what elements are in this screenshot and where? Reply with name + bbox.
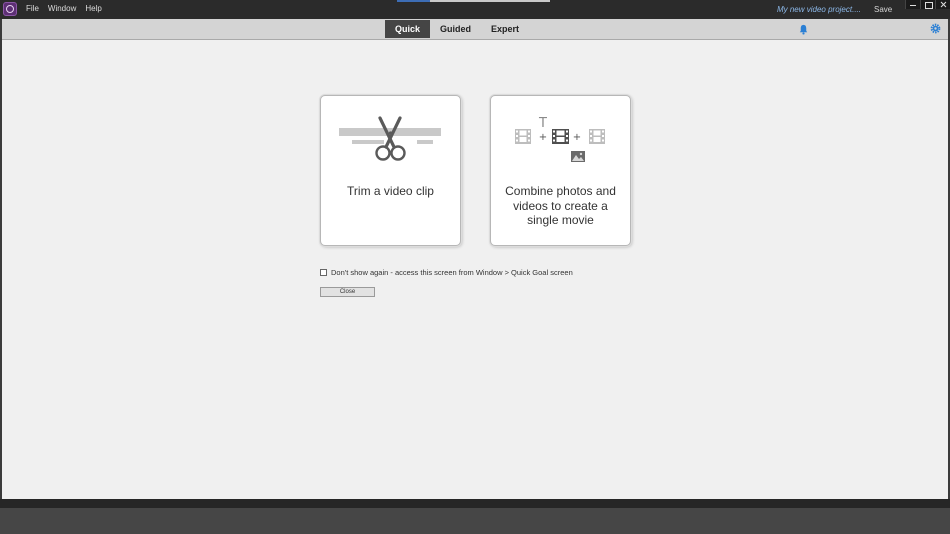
- combine-movie-label: Combine photos and videos to create a si…: [495, 184, 626, 228]
- trim-video-card[interactable]: Trim a video clip: [320, 95, 461, 246]
- close-button[interactable]: Close: [320, 287, 375, 297]
- gear-icon[interactable]: [930, 23, 941, 34]
- bottom-panel: [0, 508, 950, 534]
- svg-text:+: +: [573, 132, 581, 143]
- dont-show-again-label: Don't show again - access this screen fr…: [331, 268, 573, 277]
- bottom-divider: [0, 499, 950, 508]
- combine-movie-card[interactable]: T + + Combine photos and videos to creat…: [490, 95, 631, 246]
- tab-expert[interactable]: Expert: [481, 20, 529, 38]
- close-window-button[interactable]: [935, 0, 950, 9]
- title-bar: File Window Help My new video project...…: [0, 0, 950, 19]
- combine-label-line: Combine photos and: [505, 184, 616, 198]
- dont-show-again-option: Don't show again - access this screen fr…: [320, 268, 573, 277]
- mode-tabs: Quick Guided Expert: [385, 20, 529, 38]
- scissors-icon: [339, 116, 441, 161]
- menu-window[interactable]: Window: [48, 4, 76, 13]
- window-controls: [905, 0, 950, 9]
- filmstrip-combine-icon: T + +: [515, 116, 605, 162]
- quick-goal-screen: Trim a video clip T + + Combine photos a…: [2, 40, 948, 499]
- title-accent-line: [397, 0, 430, 2]
- svg-text:+: +: [539, 132, 547, 143]
- menu-file[interactable]: File: [26, 4, 39, 13]
- maximize-button[interactable]: [920, 0, 935, 9]
- project-name[interactable]: My new video project....: [777, 5, 861, 14]
- combine-label-line: single movie: [527, 213, 594, 227]
- bell-icon[interactable]: [798, 24, 809, 35]
- menu-help[interactable]: Help: [85, 4, 101, 13]
- dont-show-again-checkbox[interactable]: [320, 269, 327, 276]
- app-window: File Window Help My new video project...…: [0, 0, 950, 534]
- app-logo-icon[interactable]: [3, 2, 17, 16]
- minimize-button[interactable]: [905, 0, 920, 9]
- tab-quick[interactable]: Quick: [385, 20, 431, 38]
- tab-guided[interactable]: Guided: [430, 20, 481, 38]
- combine-label-line: videos to create a: [513, 198, 608, 213]
- title-accent-line: [430, 0, 550, 2]
- svg-text:T: T: [538, 116, 547, 131]
- menu-bar: File Window Help: [26, 4, 102, 13]
- save-button[interactable]: Save: [874, 5, 892, 14]
- trim-video-label: Trim a video clip: [347, 184, 434, 198]
- mode-bar: Quick Guided Expert: [2, 19, 948, 40]
